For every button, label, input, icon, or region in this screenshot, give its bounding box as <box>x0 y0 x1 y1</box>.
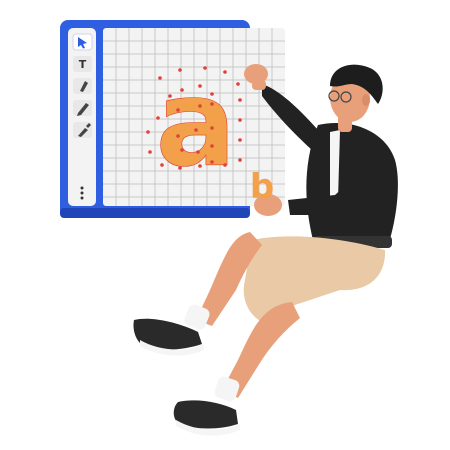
more-vertical-icon <box>80 186 84 190</box>
anchor-point <box>203 66 207 70</box>
anchor-point <box>238 138 242 142</box>
anchor-point <box>238 118 242 122</box>
anchor-point <box>238 98 242 102</box>
anchor-point <box>180 148 184 152</box>
anchor-point <box>223 163 227 167</box>
illustration-stage: T a b <box>0 0 450 450</box>
anchor-point <box>178 68 182 72</box>
anchor-point <box>148 150 152 154</box>
anchor-point <box>178 166 182 170</box>
text-tool-icon: T <box>79 58 87 71</box>
anchor-point <box>198 84 202 88</box>
anchor-point <box>196 150 200 154</box>
anchor-point <box>223 70 227 74</box>
anchor-point <box>194 128 198 132</box>
anchor-point <box>176 134 180 138</box>
tool-pencil-button[interactable] <box>73 100 92 116</box>
glyph-b: b <box>250 167 274 207</box>
anchor-point <box>210 92 214 96</box>
designer-illustration: T a b <box>60 20 398 436</box>
tool-eyedropper-button[interactable] <box>73 122 92 138</box>
anchor-point <box>198 164 202 168</box>
tool-pointer-button[interactable] <box>72 33 93 51</box>
anchor-point <box>238 158 242 162</box>
ear <box>362 94 370 106</box>
anchor-point <box>210 144 214 148</box>
anchor-point <box>236 82 240 86</box>
anchor-point <box>158 76 162 80</box>
tool-pen-button[interactable] <box>73 78 92 94</box>
raised-wrist <box>252 80 266 90</box>
anchor-point <box>156 116 160 120</box>
tool-text-button[interactable]: T <box>73 56 92 72</box>
glyph-a-shape: a <box>155 55 237 195</box>
anchor-point <box>146 130 150 134</box>
anchor-point <box>160 163 164 167</box>
anchor-point <box>168 94 172 98</box>
anchor-point <box>210 126 214 130</box>
toolbar <box>68 28 96 206</box>
more-options-button[interactable] <box>80 186 84 200</box>
anchor-point <box>176 108 180 112</box>
anchor-point <box>210 160 214 164</box>
anchor-point <box>198 104 202 108</box>
shorts <box>243 236 386 325</box>
anchor-point <box>180 88 184 92</box>
editor-frame-shadow <box>60 208 250 218</box>
anchor-point <box>210 102 214 106</box>
glyph-a: a <box>156 55 237 194</box>
